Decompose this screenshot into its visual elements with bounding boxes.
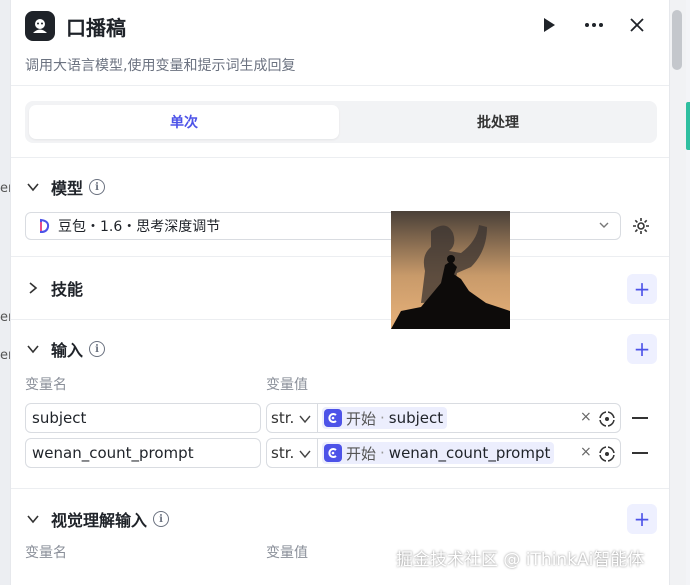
node-description: 调用大语言模型,使用变量和提示词生成回复 [25, 58, 296, 74]
close-icon [630, 18, 644, 32]
panel-scrollbar[interactable] [670, 0, 686, 585]
overlay-photo [391, 211, 510, 329]
tab-single[interactable]: 单次 [29, 105, 339, 139]
divider [11, 256, 669, 257]
more-button[interactable] [581, 12, 607, 38]
chevron-down-icon [25, 341, 41, 357]
info-icon[interactable]: i [89, 341, 106, 357]
node-config-panel: 口播稿 调用大语言模型,使用变量和提示词生成回复 单次 批处理 模型 i 豆包・… [10, 0, 670, 585]
gear-icon[interactable] [631, 216, 651, 236]
reference-variable: subject [388, 409, 444, 427]
type-label: str. [271, 444, 295, 462]
chevron-right-icon [25, 280, 41, 296]
mode-tabs: 单次 批处理 [25, 101, 657, 143]
remove-row-button[interactable] [632, 417, 648, 419]
reference-chip: 开始 · subject [322, 407, 448, 429]
watermark-text: 掘金技术社区 @ iThinkAi智能体 [396, 550, 645, 570]
chevron-down-icon [599, 222, 609, 228]
section-vision-header[interactable]: 视觉理解输入 i [25, 507, 170, 531]
divider [11, 157, 669, 158]
section-input-header[interactable]: 输入 i [25, 337, 106, 361]
chevron-down-icon [299, 415, 311, 424]
column-header-value: 变量值 [266, 545, 308, 561]
run-button[interactable] [536, 12, 562, 38]
model-select[interactable]: 豆包・1.6・思考深度调节 [25, 212, 621, 240]
section-title: 模型 [51, 179, 84, 198]
node-logo-icon [25, 11, 55, 41]
chevron-down-icon [25, 511, 41, 527]
chevron-down-icon [299, 450, 311, 459]
play-icon [544, 18, 555, 32]
reference-chip: 开始 · wenan_count_prompt [322, 442, 555, 464]
column-header-value: 变量值 [266, 377, 308, 393]
divider [11, 488, 669, 489]
reference-source: 开始 [346, 444, 377, 463]
section-title: 输入 [51, 341, 84, 360]
background-canvas [0, 0, 10, 585]
target-icon[interactable] [598, 445, 616, 463]
info-icon[interactable]: i [153, 511, 170, 527]
start-node-icon [324, 409, 342, 427]
type-select[interactable]: str. [266, 438, 318, 468]
selected-model-label: 豆包・1.6・思考深度调节 [58, 219, 221, 235]
add-input-button[interactable]: + [627, 334, 657, 364]
doubao-model-icon [40, 218, 50, 234]
type-select[interactable]: str. [266, 403, 318, 433]
start-node-icon [324, 444, 342, 462]
more-dots-icon [585, 23, 603, 27]
section-title: 视觉理解输入 [51, 511, 148, 530]
variable-name-input[interactable]: wenan_count_prompt [25, 438, 261, 468]
info-icon[interactable]: i [89, 179, 106, 195]
reference-variable: wenan_count_prompt [388, 444, 551, 462]
clear-reference-button[interactable]: × [580, 444, 592, 460]
add-vision-input-button[interactable]: + [627, 504, 657, 534]
column-header-name: 变量名 [25, 377, 67, 393]
scrollbar-thumb[interactable] [672, 10, 682, 70]
variable-name-input[interactable]: subject [25, 403, 261, 433]
variable-reference-field[interactable]: 开始 · wenan_count_prompt × [317, 438, 621, 468]
chevron-down-icon [25, 179, 41, 195]
column-header-name: 变量名 [25, 545, 67, 561]
section-model-header[interactable]: 模型 i [25, 175, 106, 199]
variable-reference-field[interactable]: 开始 · subject × [317, 403, 621, 433]
divider [11, 319, 669, 320]
close-button[interactable] [624, 12, 650, 38]
remove-row-button[interactable] [632, 452, 648, 454]
tab-batch[interactable]: 批处理 [343, 105, 653, 139]
panel-header: 口播稿 调用大语言模型,使用变量和提示词生成回复 [11, 0, 669, 86]
section-title: 技能 [51, 280, 84, 299]
clear-reference-button[interactable]: × [580, 409, 592, 425]
reference-source: 开始 [346, 409, 377, 428]
target-icon[interactable] [598, 410, 616, 428]
add-skill-button[interactable]: + [627, 274, 657, 304]
page-title: 口播稿 [66, 16, 126, 40]
type-label: str. [271, 409, 295, 427]
background-node-edge [686, 102, 690, 150]
section-skills-header[interactable]: 技能 [25, 276, 89, 300]
